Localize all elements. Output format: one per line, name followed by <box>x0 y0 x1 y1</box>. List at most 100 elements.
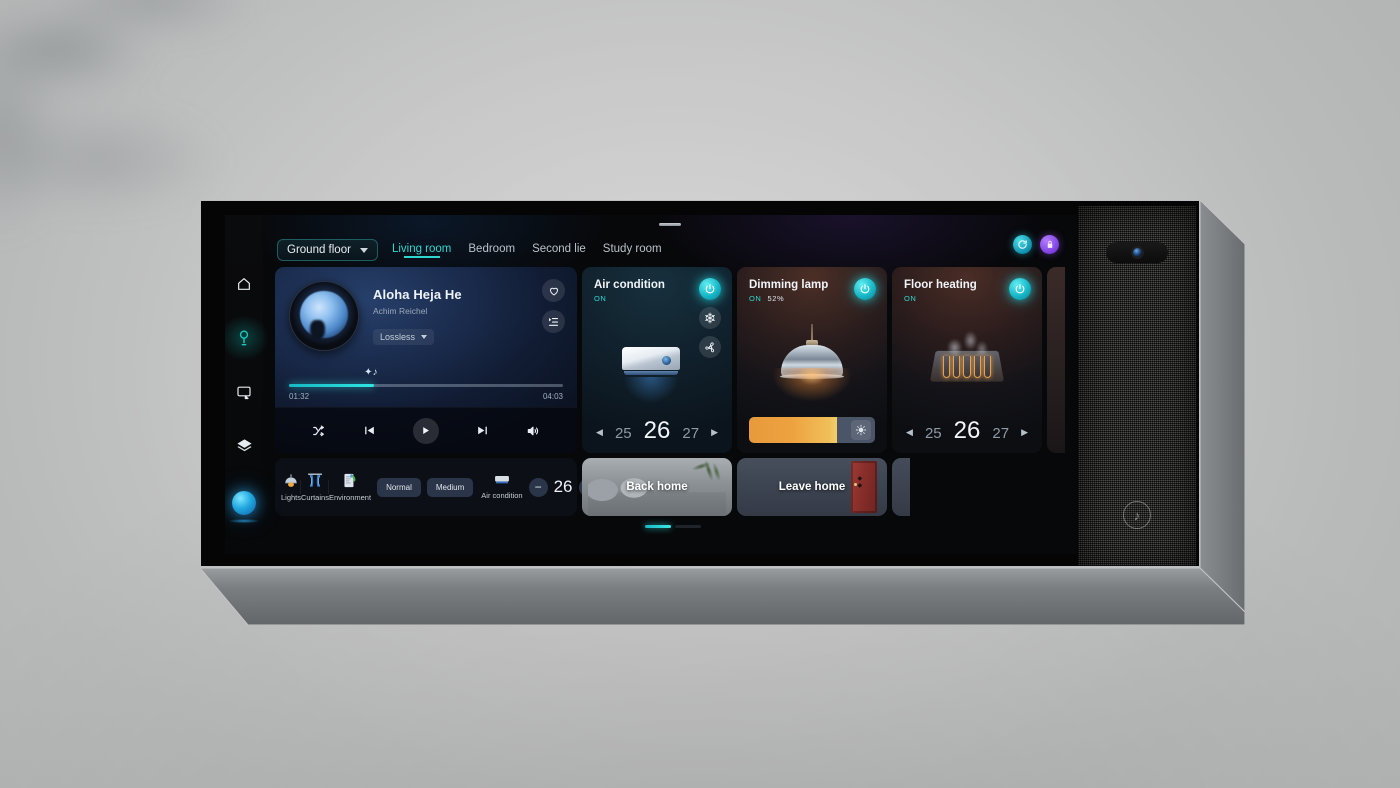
top-actions <box>1013 235 1059 254</box>
quick-ac-device[interactable]: Air condition <box>481 474 523 500</box>
tab-label: Second lie <box>532 242 586 255</box>
progress-area: ✦♪ 01:32 04:03 <box>275 367 577 407</box>
elapsed-time: 01:32 <box>289 392 310 401</box>
music-sparkle-icon: ✦♪ <box>364 367 378 378</box>
dimming-lamp-power-button[interactable] <box>854 278 876 300</box>
music-metadata: Aloha Heja He Achim Reichel Lossless <box>359 281 462 380</box>
cards-row: Aloha Heja He Achim Reichel Lossless ✦♪ … <box>269 263 1077 453</box>
heart-icon <box>549 287 558 295</box>
touchscreen: Ground floor Living room Bedroom Second … <box>225 215 1077 554</box>
audio-quality-selector[interactable]: Lossless <box>373 329 435 345</box>
power-icon <box>860 284 870 294</box>
tab-study-room[interactable]: Study room <box>603 243 662 258</box>
dimming-lamp-illustration <box>749 303 875 417</box>
volume-icon <box>528 426 539 435</box>
floor-selector-label: Ground floor <box>287 244 351 256</box>
scene-back-home[interactable]: Back home <box>582 458 732 516</box>
fan-mode-button[interactable] <box>699 336 721 358</box>
next-button[interactable] <box>476 424 489 437</box>
quick-lights-label: Lights <box>281 492 302 502</box>
playback-controls <box>275 407 577 453</box>
duration-time: 04:03 <box>542 392 563 401</box>
air-condition-modes <box>699 307 721 358</box>
sidebar-item-scenes[interactable] <box>229 431 259 461</box>
dimming-lamp-card[interactable]: Dimming lamp ON 52% <box>737 267 887 453</box>
curtains-icon <box>308 473 322 487</box>
smart-panel-device: Ground floor Living room Bedroom Second … <box>200 200 1245 625</box>
power-icon <box>705 284 715 294</box>
ac-decrease-button[interactable]: − <box>528 477 548 497</box>
album-artwork <box>289 281 359 351</box>
favorite-button[interactable] <box>542 279 565 302</box>
mode-pill-normal[interactable]: Normal <box>377 477 421 497</box>
refresh-button[interactable] <box>1013 235 1032 254</box>
sidebar <box>225 215 269 554</box>
previous-button[interactable] <box>363 424 376 437</box>
quick-curtains[interactable]: Curtains <box>300 472 329 502</box>
air-condition-power-button[interactable] <box>699 278 721 300</box>
quick-environment[interactable]: Environment <box>327 472 371 502</box>
quick-controls-bar: Lights Curtains Environment Normal Mediu… <box>275 458 598 516</box>
shuffle-button[interactable] <box>312 424 326 438</box>
speaker-panel: ♪ <box>1078 206 1196 566</box>
chevron-down-icon <box>359 247 368 253</box>
scene-leave-home[interactable]: Leave home <box>737 458 887 516</box>
voice-orb-icon <box>232 491 256 515</box>
partial-card-right[interactable] <box>1047 267 1065 453</box>
temp-decrease-button[interactable]: ◀ <box>596 427 603 443</box>
sidebar-item-assistant[interactable] <box>229 485 259 515</box>
brightness-slider[interactable] <box>749 417 875 443</box>
next-icon <box>478 426 487 435</box>
floor-heating-power-button[interactable] <box>1009 278 1031 300</box>
tab-bedroom[interactable]: Bedroom <box>468 243 515 258</box>
temp-next: 27 <box>992 425 1010 442</box>
mode-pill-medium[interactable]: Medium <box>426 477 474 497</box>
quick-lights[interactable]: Lights <box>281 473 301 502</box>
monitor-icon <box>237 386 251 399</box>
tab-label: Study room <box>602 242 662 255</box>
volume-button[interactable] <box>526 424 540 438</box>
layers-icon <box>236 438 252 451</box>
floor-heating-illustration <box>904 303 1030 419</box>
refresh-icon <box>1018 240 1027 249</box>
environment-icon <box>344 473 356 488</box>
air-condition-card[interactable]: Air condition ON ◀ 25 26 27 ▶ <box>582 267 732 453</box>
temp-decrease-button[interactable]: ◀ <box>906 427 913 443</box>
temp-next: 27 <box>682 425 700 442</box>
temp-increase-button[interactable]: ▶ <box>1021 427 1028 443</box>
tab-label: Living room <box>391 242 452 255</box>
brightness-value: 52% <box>767 294 785 303</box>
brightness-icon <box>855 424 867 436</box>
playlist-icon <box>549 317 558 326</box>
tab-living-room[interactable]: Living room <box>392 243 451 258</box>
playlist-button[interactable] <box>542 310 565 333</box>
shuffle-icon <box>312 424 324 436</box>
temp-increase-button[interactable]: ▶ <box>711 427 718 443</box>
sidebar-item-screen[interactable] <box>229 377 259 407</box>
lock-button[interactable] <box>1040 235 1059 254</box>
tab-second-lie[interactable]: Second lie <box>532 243 586 258</box>
progress-times: 01:32 04:03 <box>289 392 563 401</box>
audio-quality-label: Lossless <box>380 332 416 342</box>
floor-selector[interactable]: Ground floor <box>277 239 378 261</box>
camera-icon <box>1132 248 1142 257</box>
main-content: Ground floor Living room Bedroom Second … <box>263 215 1077 554</box>
device-bezel: Ground floor Living room Bedroom Second … <box>200 200 1200 567</box>
partial-scene-right[interactable] <box>892 458 910 516</box>
floor-heating-card[interactable]: Floor heating ON ◀ 25 26 27 ▶ <box>892 267 1042 453</box>
temp-previous: 25 <box>924 425 942 442</box>
air-condition-temperature-stepper: ◀ 25 26 27 ▶ <box>594 419 720 443</box>
sidebar-item-home[interactable] <box>229 269 259 299</box>
page-dot[interactable] <box>675 525 701 528</box>
progress-bar[interactable] <box>289 384 563 387</box>
sidebar-item-lights[interactable] <box>225 315 269 361</box>
topbar: Ground floor Living room Bedroom Second … <box>269 223 1077 263</box>
play-button[interactable] <box>412 417 439 444</box>
brightness-toggle-button[interactable] <box>851 420 871 440</box>
page-dot-active[interactable] <box>645 525 671 528</box>
scene-back-home-label: Back home <box>626 481 688 493</box>
home-icon <box>238 278 250 290</box>
cool-mode-button[interactable] <box>699 307 721 329</box>
quick-curtains-label: Curtains <box>301 493 329 502</box>
snowflake-icon <box>705 312 715 324</box>
